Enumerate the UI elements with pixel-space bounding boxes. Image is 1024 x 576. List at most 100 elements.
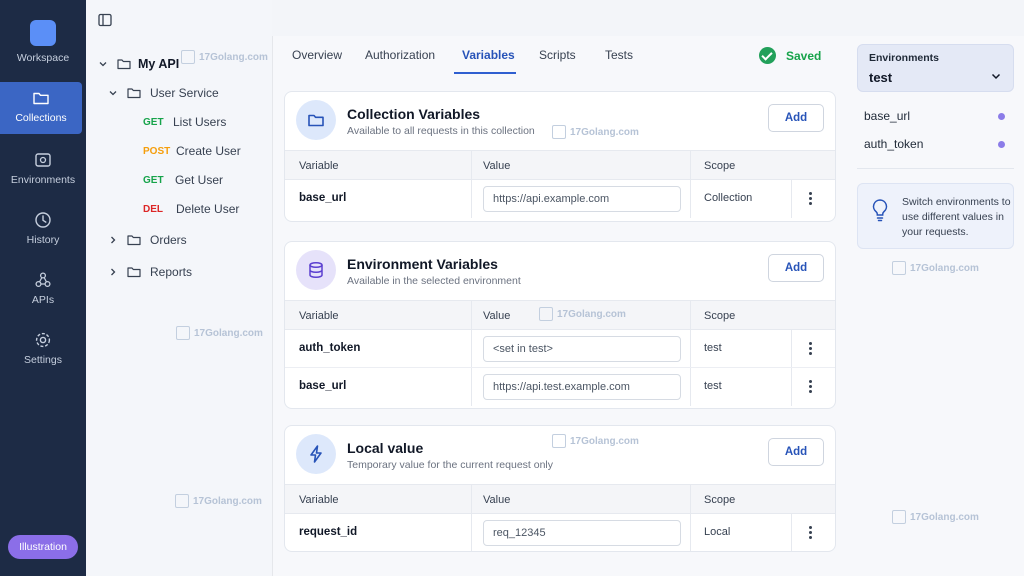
method-badge: GET bbox=[143, 174, 164, 186]
column-header-variable: Variable bbox=[299, 310, 339, 322]
variable-value-input[interactable] bbox=[483, 520, 681, 546]
variable-name: request_id bbox=[299, 526, 358, 538]
tree-folder-user-service[interactable]: User Service bbox=[108, 85, 219, 101]
variable-value-input[interactable] bbox=[483, 186, 681, 212]
tab-variables[interactable]: Variables bbox=[462, 48, 515, 62]
chevron-right-icon bbox=[111, 268, 116, 276]
chevron-down-icon bbox=[99, 62, 107, 67]
rail-item-label: APIs bbox=[31, 294, 55, 306]
table-row: base_url Collection bbox=[285, 180, 835, 218]
request-label: List Users bbox=[173, 115, 227, 129]
lightning-icon bbox=[296, 434, 336, 474]
lightbulb-icon bbox=[872, 199, 888, 222]
tree-folder-label: Reports bbox=[150, 265, 193, 279]
add-variable-button[interactable]: Add bbox=[768, 254, 824, 282]
rail-item-settings[interactable]: Settings bbox=[0, 324, 86, 380]
tree-folder-label: Orders bbox=[150, 233, 187, 247]
variable-scope: test bbox=[704, 342, 722, 354]
more-options-icon[interactable] bbox=[809, 526, 813, 540]
rail-item-environments[interactable]: Environments bbox=[0, 144, 86, 200]
environment-variable-item[interactable]: auth_token bbox=[864, 137, 923, 151]
watermark: 17Golang.com bbox=[175, 494, 262, 508]
folder-icon bbox=[127, 88, 141, 99]
tip-text: Switch environments to use different val… bbox=[902, 196, 1011, 238]
environment-variables-card: Environment Variables Available in the s… bbox=[284, 241, 836, 409]
left-rail: Workspace Collections Environments Histo… bbox=[0, 0, 86, 576]
column-header-value: Value bbox=[483, 310, 511, 322]
column-header-variable: Variable bbox=[299, 494, 339, 506]
illustration-badge: Illustration bbox=[8, 535, 78, 559]
clock-icon bbox=[33, 210, 53, 230]
variable-value-input[interactable] bbox=[483, 374, 681, 400]
check-circle-icon bbox=[759, 47, 776, 64]
status-dot bbox=[998, 113, 1005, 120]
workspace-logo-icon bbox=[30, 20, 56, 46]
rail-item-label: History bbox=[26, 234, 60, 246]
chevron-right-icon bbox=[111, 236, 116, 244]
chevron-down-icon bbox=[991, 73, 1001, 80]
tab-tests[interactable]: Tests bbox=[605, 48, 633, 62]
watermark: 17Golang.com bbox=[181, 50, 268, 64]
more-options-icon[interactable] bbox=[809, 380, 813, 394]
tree-folder-orders[interactable]: Orders bbox=[108, 232, 187, 248]
rail-item-label: Environments bbox=[10, 174, 76, 186]
column-header-scope: Scope bbox=[704, 310, 736, 322]
tab-scripts[interactable]: Scripts bbox=[539, 48, 576, 62]
saved-status: Saved bbox=[759, 47, 821, 64]
variable-name: auth_token bbox=[299, 342, 361, 354]
chevron-down-icon bbox=[109, 91, 117, 96]
card-subtitle: Available in the selected environment bbox=[347, 275, 521, 287]
watermark: 17Golang.com bbox=[552, 434, 639, 448]
method-badge: DEL bbox=[143, 203, 163, 215]
rail-item-label: Workspace bbox=[16, 52, 70, 64]
environment-tip: Switch environments to use different val… bbox=[857, 183, 1014, 249]
watermark: 17Golang.com bbox=[892, 261, 979, 275]
table-header: Variable Value Scope bbox=[285, 150, 835, 180]
gear-icon bbox=[33, 330, 53, 350]
add-variable-button[interactable]: Add bbox=[768, 438, 824, 466]
tree-request-delete-user[interactable]: DEL Delete User bbox=[143, 202, 239, 216]
tab-overview[interactable]: Overview bbox=[292, 48, 342, 62]
environment-select-label: Environments bbox=[869, 52, 940, 64]
variable-name: base_url bbox=[299, 380, 347, 392]
divider bbox=[857, 168, 1014, 169]
watermark: 17Golang.com bbox=[176, 326, 263, 340]
request-label: Create User bbox=[176, 144, 241, 158]
request-label: Get User bbox=[175, 173, 224, 187]
rail-item-collections[interactable]: Collections bbox=[0, 82, 82, 134]
environment-variable-item[interactable]: base_url bbox=[864, 109, 910, 123]
variable-value-input[interactable] bbox=[483, 336, 681, 362]
tree-request-list-users[interactable]: GET List Users bbox=[143, 115, 226, 129]
variable-scope: Local bbox=[704, 526, 731, 538]
table-header: Variable Value Scope bbox=[285, 484, 835, 514]
environment-selected-value: test bbox=[869, 70, 893, 85]
environment-select[interactable]: Environments test bbox=[857, 44, 1014, 92]
rail-item-history[interactable]: History bbox=[0, 204, 86, 260]
more-options-icon[interactable] bbox=[809, 342, 813, 356]
rail-item-apis[interactable]: APIs bbox=[0, 264, 86, 320]
table-row: request_id Local bbox=[285, 514, 835, 551]
tree-folder-reports[interactable]: Reports bbox=[108, 264, 192, 280]
watermark: 17Golang.com bbox=[892, 510, 979, 524]
folder-icon bbox=[117, 59, 131, 70]
tree-root-my-api[interactable]: My API bbox=[98, 56, 179, 72]
active-tab-indicator bbox=[454, 72, 516, 74]
card-title: Local value bbox=[347, 440, 424, 456]
tree-request-get-user[interactable]: GET Get User bbox=[143, 173, 223, 187]
tab-authorization[interactable]: Authorization bbox=[365, 48, 435, 62]
add-variable-button[interactable]: Add bbox=[768, 104, 824, 132]
more-options-icon[interactable] bbox=[809, 192, 813, 206]
status-dot bbox=[998, 141, 1005, 148]
panel-toggle-icon[interactable] bbox=[98, 13, 112, 27]
folder-icon bbox=[127, 235, 141, 246]
variable-scope: Collection bbox=[704, 192, 753, 204]
table-row: base_url test bbox=[285, 368, 835, 406]
watermark: 17Golang.com bbox=[539, 307, 626, 321]
tree-folder-label: User Service bbox=[150, 86, 219, 100]
tree-root-label: My API bbox=[138, 57, 180, 71]
card-title: Collection Variables bbox=[347, 106, 481, 122]
variable-scope: test bbox=[704, 380, 722, 392]
apis-icon bbox=[33, 270, 53, 290]
rail-item-workspace[interactable]: Workspace bbox=[0, 14, 86, 70]
tree-request-create-user[interactable]: POST Create User bbox=[143, 144, 241, 158]
